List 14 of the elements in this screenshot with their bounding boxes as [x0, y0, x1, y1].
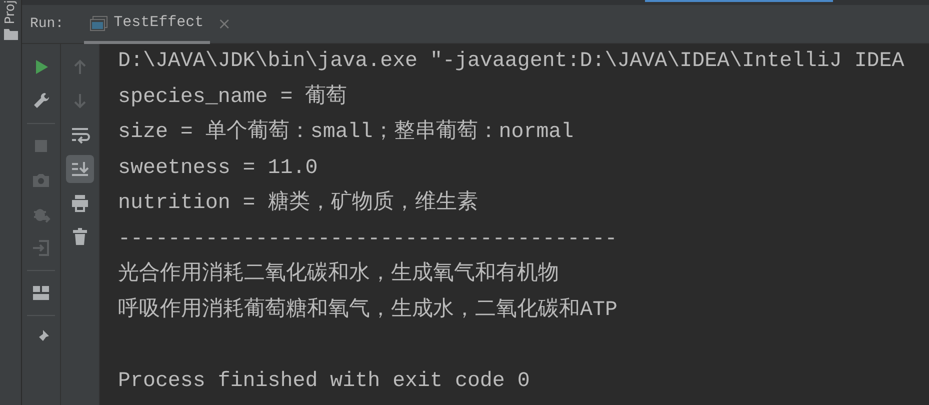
run-label: Run: — [30, 14, 64, 34]
console-line: size = 单个葡萄：small；整串葡萄：normal — [118, 118, 575, 146]
console-line: Process finished with exit code 0 — [118, 368, 531, 394]
project-tab[interactable]: Proj — [2, 0, 18, 24]
scroll-to-end-icon[interactable] — [66, 155, 94, 183]
console-line: D:\JAVA\JDK\bin\java.exe "-javaagent:D:\JAVA\IDEA\IntelliJ IDEA — [118, 49, 906, 75]
console-line: ---------------------------------------- — [118, 226, 618, 252]
console-line: 呼吸作用消耗葡萄糖和氧气，生成水，二氧化碳和ATP — [118, 296, 618, 324]
console-line: sweetness = 11.0 — [118, 156, 319, 182]
console-icon — [90, 16, 108, 32]
console-line: 光合作用消耗二氧化碳和水，生成氧气和有机物 — [118, 260, 560, 288]
folder-icon — [4, 28, 18, 40]
console-line: nutrition = 糖类，矿物质，维生素 — [118, 189, 479, 217]
console-line: species_name = 葡萄 — [118, 84, 348, 110]
